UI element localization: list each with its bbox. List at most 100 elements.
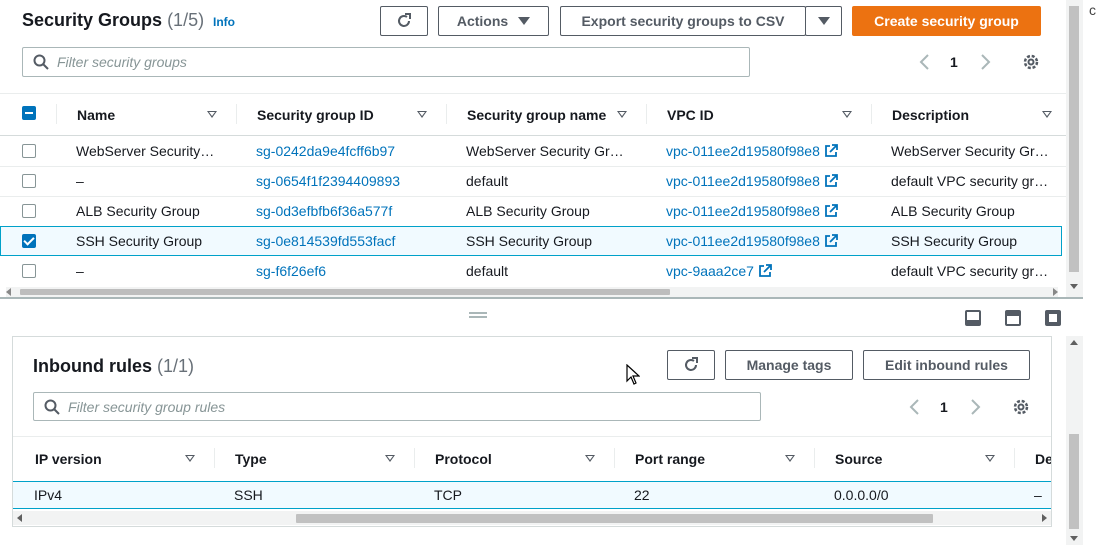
column-divider bbox=[814, 448, 815, 468]
col-header-description[interactable]: Description bbox=[892, 107, 969, 123]
panel-vertical-scrollbar[interactable] bbox=[1066, 336, 1083, 545]
row-sg-id-link[interactable]: sg-0654f1f2394409893 bbox=[256, 173, 436, 189]
scroll-left-icon[interactable] bbox=[6, 288, 11, 296]
table-row[interactable]: – sg-0654f1f2394409893 default vpc-011ee… bbox=[0, 166, 1066, 196]
panel-side-icon[interactable] bbox=[1005, 310, 1021, 326]
inbound-rules-title: Inbound rules (1/1) bbox=[33, 356, 194, 377]
col-header-name[interactable]: Name bbox=[77, 107, 115, 123]
sort-icon[interactable] bbox=[385, 455, 395, 462]
sort-icon[interactable] bbox=[185, 455, 195, 462]
table-row[interactable]: – sg-f6f26ef6 default vpc-9aaa2ce7 defau… bbox=[0, 256, 1066, 286]
row-checkbox[interactable] bbox=[22, 234, 36, 248]
row-checkbox[interactable] bbox=[22, 204, 36, 218]
scroll-right-icon[interactable] bbox=[1053, 288, 1058, 296]
panel-full-icon[interactable] bbox=[1045, 310, 1061, 326]
col-header-port-range[interactable]: Port range bbox=[635, 451, 705, 467]
sort-icon[interactable] bbox=[617, 111, 627, 118]
col-header-ip-version[interactable]: IP version bbox=[35, 451, 102, 467]
row-description: default VPC security gr… bbox=[891, 173, 1049, 189]
col-header-vpc-id[interactable]: VPC ID bbox=[667, 107, 714, 123]
export-csv-button[interactable]: Export security groups to CSV bbox=[560, 6, 806, 36]
row-name: – bbox=[76, 263, 84, 279]
horizontal-scrollbar[interactable] bbox=[6, 287, 1058, 297]
pagination-prev-icon[interactable] bbox=[918, 53, 932, 71]
scroll-right-icon[interactable] bbox=[1042, 514, 1047, 522]
sort-icon[interactable] bbox=[985, 455, 995, 462]
row-checkbox[interactable] bbox=[22, 144, 36, 158]
scroll-left-icon[interactable] bbox=[17, 514, 22, 522]
inbound-refresh-button[interactable] bbox=[667, 350, 715, 380]
vpc-link-text: vpc-011ee2d19580f98e8 bbox=[666, 173, 820, 189]
row-vpc-link[interactable]: vpc-9aaa2ce7 bbox=[666, 263, 866, 279]
column-divider bbox=[56, 104, 57, 124]
row-sg-id-link[interactable]: sg-0d3efbfb6f36a577f bbox=[256, 203, 436, 219]
scroll-up-icon[interactable] bbox=[1070, 340, 1078, 345]
col-header-sg-id[interactable]: Security group ID bbox=[257, 107, 374, 123]
security-groups-panel: Security Groups (1/5) Info Actions Expor… bbox=[0, 0, 1066, 297]
pagination-page[interactable]: 1 bbox=[950, 54, 958, 70]
edit-inbound-rules-button[interactable]: Edit inbound rules bbox=[863, 350, 1030, 380]
row-vpc-link[interactable]: vpc-011ee2d19580f98e8 bbox=[666, 143, 866, 159]
col-header-protocol[interactable]: Protocol bbox=[435, 451, 492, 467]
scrollbar-thumb[interactable] bbox=[1069, 6, 1079, 272]
col-header-type[interactable]: Type bbox=[235, 451, 267, 467]
split-panel-divider[interactable] bbox=[0, 297, 1083, 299]
sort-icon[interactable] bbox=[842, 111, 852, 118]
col-header-source[interactable]: Source bbox=[835, 451, 882, 467]
row-checkbox[interactable] bbox=[22, 174, 36, 188]
manage-tags-button[interactable]: Manage tags bbox=[725, 350, 853, 380]
row-vpc-link[interactable]: vpc-011ee2d19580f98e8 bbox=[666, 173, 866, 189]
scrollbar-thumb[interactable] bbox=[296, 514, 933, 523]
row-vpc-link[interactable]: vpc-011ee2d19580f98e8 bbox=[666, 233, 866, 249]
row-vpc-link[interactable]: vpc-011ee2d19580f98e8 bbox=[666, 203, 866, 219]
pagination-prev-icon[interactable] bbox=[908, 398, 922, 416]
scroll-down-icon[interactable] bbox=[1070, 284, 1078, 289]
settings-gear-icon[interactable] bbox=[1021, 52, 1041, 72]
table-row[interactable]: IPv4 SSH TCP 22 0.0.0.0/0 – bbox=[13, 481, 1051, 509]
export-dropdown-toggle[interactable] bbox=[805, 6, 842, 36]
pagination-page[interactable]: 1 bbox=[940, 399, 948, 415]
sort-icon[interactable] bbox=[585, 455, 595, 462]
page-title: Security Groups (1/5) bbox=[22, 10, 204, 31]
row-name: – bbox=[76, 173, 84, 189]
external-link-icon bbox=[824, 174, 838, 187]
row-checkbox[interactable] bbox=[22, 264, 36, 278]
column-divider bbox=[214, 448, 215, 468]
table-row-selected[interactable]: SSH Security Group sg-0e814539fd553facf … bbox=[0, 226, 1062, 256]
drag-handle-icon[interactable] bbox=[469, 312, 487, 318]
row-description: – bbox=[1034, 487, 1042, 503]
scrollbar-thumb[interactable] bbox=[1069, 434, 1079, 529]
table-row[interactable]: WebServer Security… sg-0242da9e4fcff6b97… bbox=[0, 136, 1066, 166]
scrollbar-thumb[interactable] bbox=[20, 289, 670, 295]
select-all-checkbox[interactable] bbox=[22, 106, 36, 120]
page-vertical-scrollbar[interactable] bbox=[1066, 0, 1083, 297]
col-header-description[interactable]: De bbox=[1035, 451, 1051, 467]
create-security-group-button[interactable]: Create security group bbox=[852, 6, 1041, 36]
vpc-link-text: vpc-011ee2d19580f98e8 bbox=[666, 203, 820, 219]
row-sg-id-link[interactable]: sg-0e814539fd553facf bbox=[256, 233, 436, 249]
row-sg-id-link[interactable]: sg-f6f26ef6 bbox=[256, 263, 436, 279]
panel-bottom-icon[interactable] bbox=[965, 310, 981, 326]
sort-icon[interactable] bbox=[207, 111, 217, 118]
horizontal-scrollbar[interactable] bbox=[13, 511, 1051, 525]
row-sg-id-link[interactable]: sg-0242da9e4fcff6b97 bbox=[256, 143, 436, 159]
inbound-rules-search-input[interactable]: Filter security group rules bbox=[33, 392, 761, 421]
info-link[interactable]: Info bbox=[213, 15, 235, 29]
actions-dropdown[interactable]: Actions bbox=[438, 6, 549, 36]
caret-down-icon bbox=[817, 17, 830, 25]
security-groups-search-input[interactable]: Filter security groups bbox=[22, 47, 750, 77]
refresh-icon bbox=[398, 13, 411, 27]
table-row[interactable]: ALB Security Group sg-0d3efbfb6f36a577f … bbox=[0, 196, 1066, 226]
col-header-sg-name[interactable]: Security group name bbox=[467, 107, 606, 123]
pagination-next-icon[interactable] bbox=[968, 398, 982, 416]
sort-icon[interactable] bbox=[1042, 111, 1052, 118]
sort-icon[interactable] bbox=[785, 455, 795, 462]
edit-inbound-label: Edit inbound rules bbox=[885, 357, 1008, 373]
column-divider bbox=[414, 448, 415, 468]
column-divider bbox=[871, 104, 872, 124]
pagination-next-icon[interactable] bbox=[978, 53, 992, 71]
settings-gear-icon[interactable] bbox=[1011, 397, 1031, 417]
scroll-down-icon[interactable] bbox=[1070, 536, 1078, 541]
sort-icon[interactable] bbox=[417, 111, 427, 118]
refresh-button[interactable] bbox=[380, 6, 428, 36]
